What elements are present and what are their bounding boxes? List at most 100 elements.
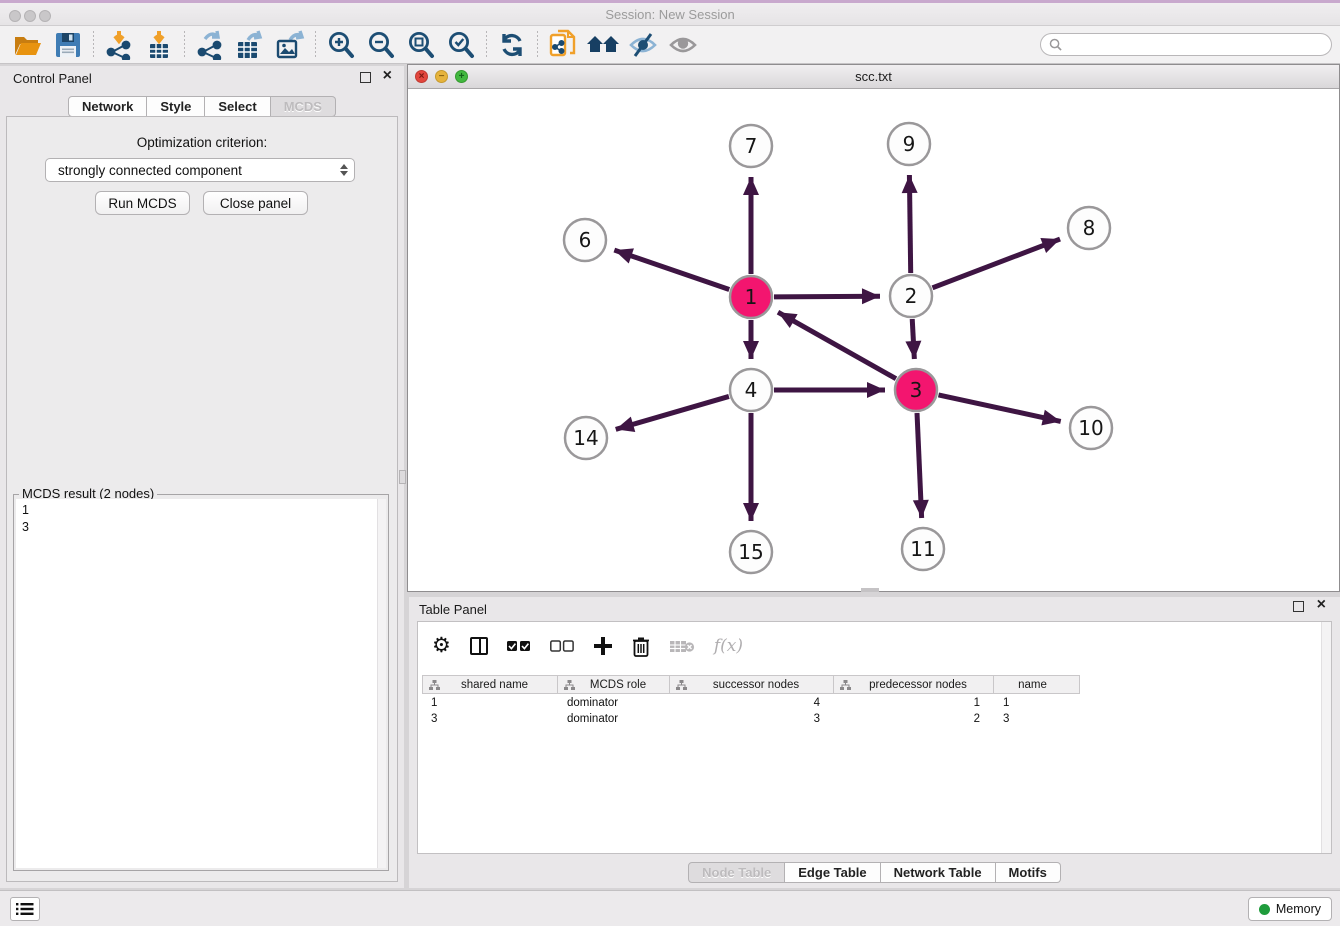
network-graph[interactable]: 7968124314101511 xyxy=(408,89,1339,591)
result-scrollbar[interactable] xyxy=(377,499,386,868)
control-panel-title: Control Panel xyxy=(13,71,92,86)
graph-edge-3-10[interactable] xyxy=(938,395,1060,422)
refresh-button[interactable] xyxy=(492,29,532,61)
toolbar-separator xyxy=(315,31,316,59)
table-cell[interactable]: 2 xyxy=(834,711,994,727)
table-scrollbar[interactable] xyxy=(1321,622,1331,853)
zoom-in-button[interactable] xyxy=(321,29,361,61)
column-layout-icon[interactable] xyxy=(470,637,488,655)
graph-edge-1-6[interactable] xyxy=(614,250,729,289)
column-header-label: shared name xyxy=(440,679,557,691)
show-graphics-details-button[interactable] xyxy=(663,29,703,61)
tab-network[interactable]: Network xyxy=(68,96,147,117)
search-input[interactable] xyxy=(1062,37,1323,53)
clone-network-button[interactable] xyxy=(543,29,583,61)
tab-mcds[interactable]: MCDS xyxy=(271,96,336,117)
table-header-row: shared nameMCDS rolesuccessor nodesprede… xyxy=(422,675,1080,694)
zoom-selected-icon xyxy=(446,30,476,60)
houses-button[interactable] xyxy=(583,29,623,61)
tab-select[interactable]: Select xyxy=(205,96,270,117)
tab-style[interactable]: Style xyxy=(147,96,205,117)
memory-button[interactable]: Memory xyxy=(1248,897,1332,921)
graph-edge-3-1[interactable] xyxy=(778,312,896,378)
task-history-button[interactable] xyxy=(10,897,40,921)
tab-edge-table[interactable]: Edge Table xyxy=(785,862,880,883)
graph-node-label: 3 xyxy=(910,378,923,402)
view-resize-handle[interactable] xyxy=(861,588,879,592)
table-cell[interactable]: dominator xyxy=(558,695,670,711)
search-field[interactable] xyxy=(1040,33,1332,56)
deselect-all-icon[interactable] xyxy=(550,640,574,652)
tab-node-table[interactable]: Node Table xyxy=(688,862,785,883)
optimization-criterion-label: Optimization criterion: xyxy=(7,135,397,150)
application-window: Session: New Session xyxy=(0,0,1340,926)
optimization-criterion-select[interactable]: strongly connected component xyxy=(45,158,355,182)
column-header-successor-nodes[interactable]: successor nodes xyxy=(670,676,834,694)
tab-network-table[interactable]: Network Table xyxy=(881,862,996,883)
column-header-MCDS-role[interactable]: MCDS role xyxy=(558,676,670,694)
close-panel-button[interactable]: Close panel xyxy=(203,191,308,215)
control-panel: Control Panel × NetworkStyleSelectMCDS O… xyxy=(0,66,404,888)
graph-node-label: 8 xyxy=(1083,216,1096,240)
column-header-predecessor-nodes[interactable]: predecessor nodes xyxy=(834,676,994,694)
zoom-out-button[interactable] xyxy=(361,29,401,61)
select-all-icon[interactable] xyxy=(507,640,531,652)
window-title: Session: New Session xyxy=(0,7,1340,22)
column-header-shared-name[interactable]: shared name xyxy=(422,676,558,694)
graph-edge-3-11[interactable] xyxy=(917,413,922,518)
graph-edge-2-8[interactable] xyxy=(932,239,1060,288)
export-image-icon xyxy=(274,30,306,60)
graph-edge-2-9[interactable] xyxy=(909,175,910,273)
mcds-result-textarea[interactable]: 1 3 xyxy=(16,499,386,868)
column-type-icon xyxy=(429,680,440,690)
graph-node-label: 6 xyxy=(579,228,592,252)
table-settings-icon[interactable]: ⚙ xyxy=(432,636,451,656)
graph-edge-2-3[interactable] xyxy=(912,319,914,359)
table-row[interactable]: 3dominator323 xyxy=(422,711,1080,727)
export-network-icon xyxy=(195,30,225,60)
float-panel-icon[interactable] xyxy=(360,72,371,83)
import-table-button[interactable] xyxy=(139,29,179,61)
graph-node-label: 9 xyxy=(903,132,916,156)
graph-node-label: 7 xyxy=(745,134,758,158)
table-cell[interactable]: 1 xyxy=(994,695,1080,711)
run-mcds-button[interactable]: Run MCDS xyxy=(95,191,190,215)
table-cell[interactable]: 1 xyxy=(422,695,558,711)
table-row[interactable]: 1dominator411 xyxy=(422,695,1080,711)
table-cell[interactable]: 3 xyxy=(994,711,1080,727)
export-table-button[interactable] xyxy=(230,29,270,61)
houses-icon xyxy=(586,32,620,58)
network-canvas[interactable]: 7968124314101511 xyxy=(408,89,1339,591)
network-view-title: scc.txt xyxy=(408,69,1339,84)
hide-graphics-details-button[interactable] xyxy=(623,29,663,61)
zoom-selected-button[interactable] xyxy=(441,29,481,61)
titlebar: Session: New Session xyxy=(0,0,1340,26)
zoom-fit-button[interactable] xyxy=(401,29,441,61)
open-session-button[interactable] xyxy=(8,29,48,61)
float-table-panel-icon[interactable] xyxy=(1293,601,1304,612)
table-cell[interactable]: 1 xyxy=(834,695,994,711)
export-network-button[interactable] xyxy=(190,29,230,61)
add-icon[interactable] xyxy=(593,636,613,656)
close-table-panel-icon[interactable]: × xyxy=(1317,597,1326,613)
memory-status-icon xyxy=(1259,904,1270,915)
table-cell[interactable]: 3 xyxy=(422,711,558,727)
table-cell[interactable]: dominator xyxy=(558,711,670,727)
graph-edge-1-2[interactable] xyxy=(774,296,880,297)
column-type-icon xyxy=(564,680,575,690)
close-panel-icon[interactable]: × xyxy=(383,68,392,84)
graph-node-label: 15 xyxy=(738,540,763,564)
table-panel-tabs: Node TableEdge TableNetwork TableMotifs xyxy=(409,862,1340,883)
toolbar-separator xyxy=(537,31,538,59)
splitter-handle[interactable] xyxy=(399,470,406,484)
tab-motifs[interactable]: Motifs xyxy=(996,862,1061,883)
import-network-button[interactable] xyxy=(99,29,139,61)
table-cell[interactable]: 4 xyxy=(670,695,834,711)
export-image-button[interactable] xyxy=(270,29,310,61)
column-header-name[interactable]: name xyxy=(994,676,1080,694)
delete-icon[interactable] xyxy=(632,636,650,657)
network-view-window: × − + scc.txt 7968124314101511 xyxy=(407,64,1340,592)
graph-edge-4-14[interactable] xyxy=(616,396,729,429)
table-cell[interactable]: 3 xyxy=(670,711,834,727)
save-session-button[interactable] xyxy=(48,29,88,61)
